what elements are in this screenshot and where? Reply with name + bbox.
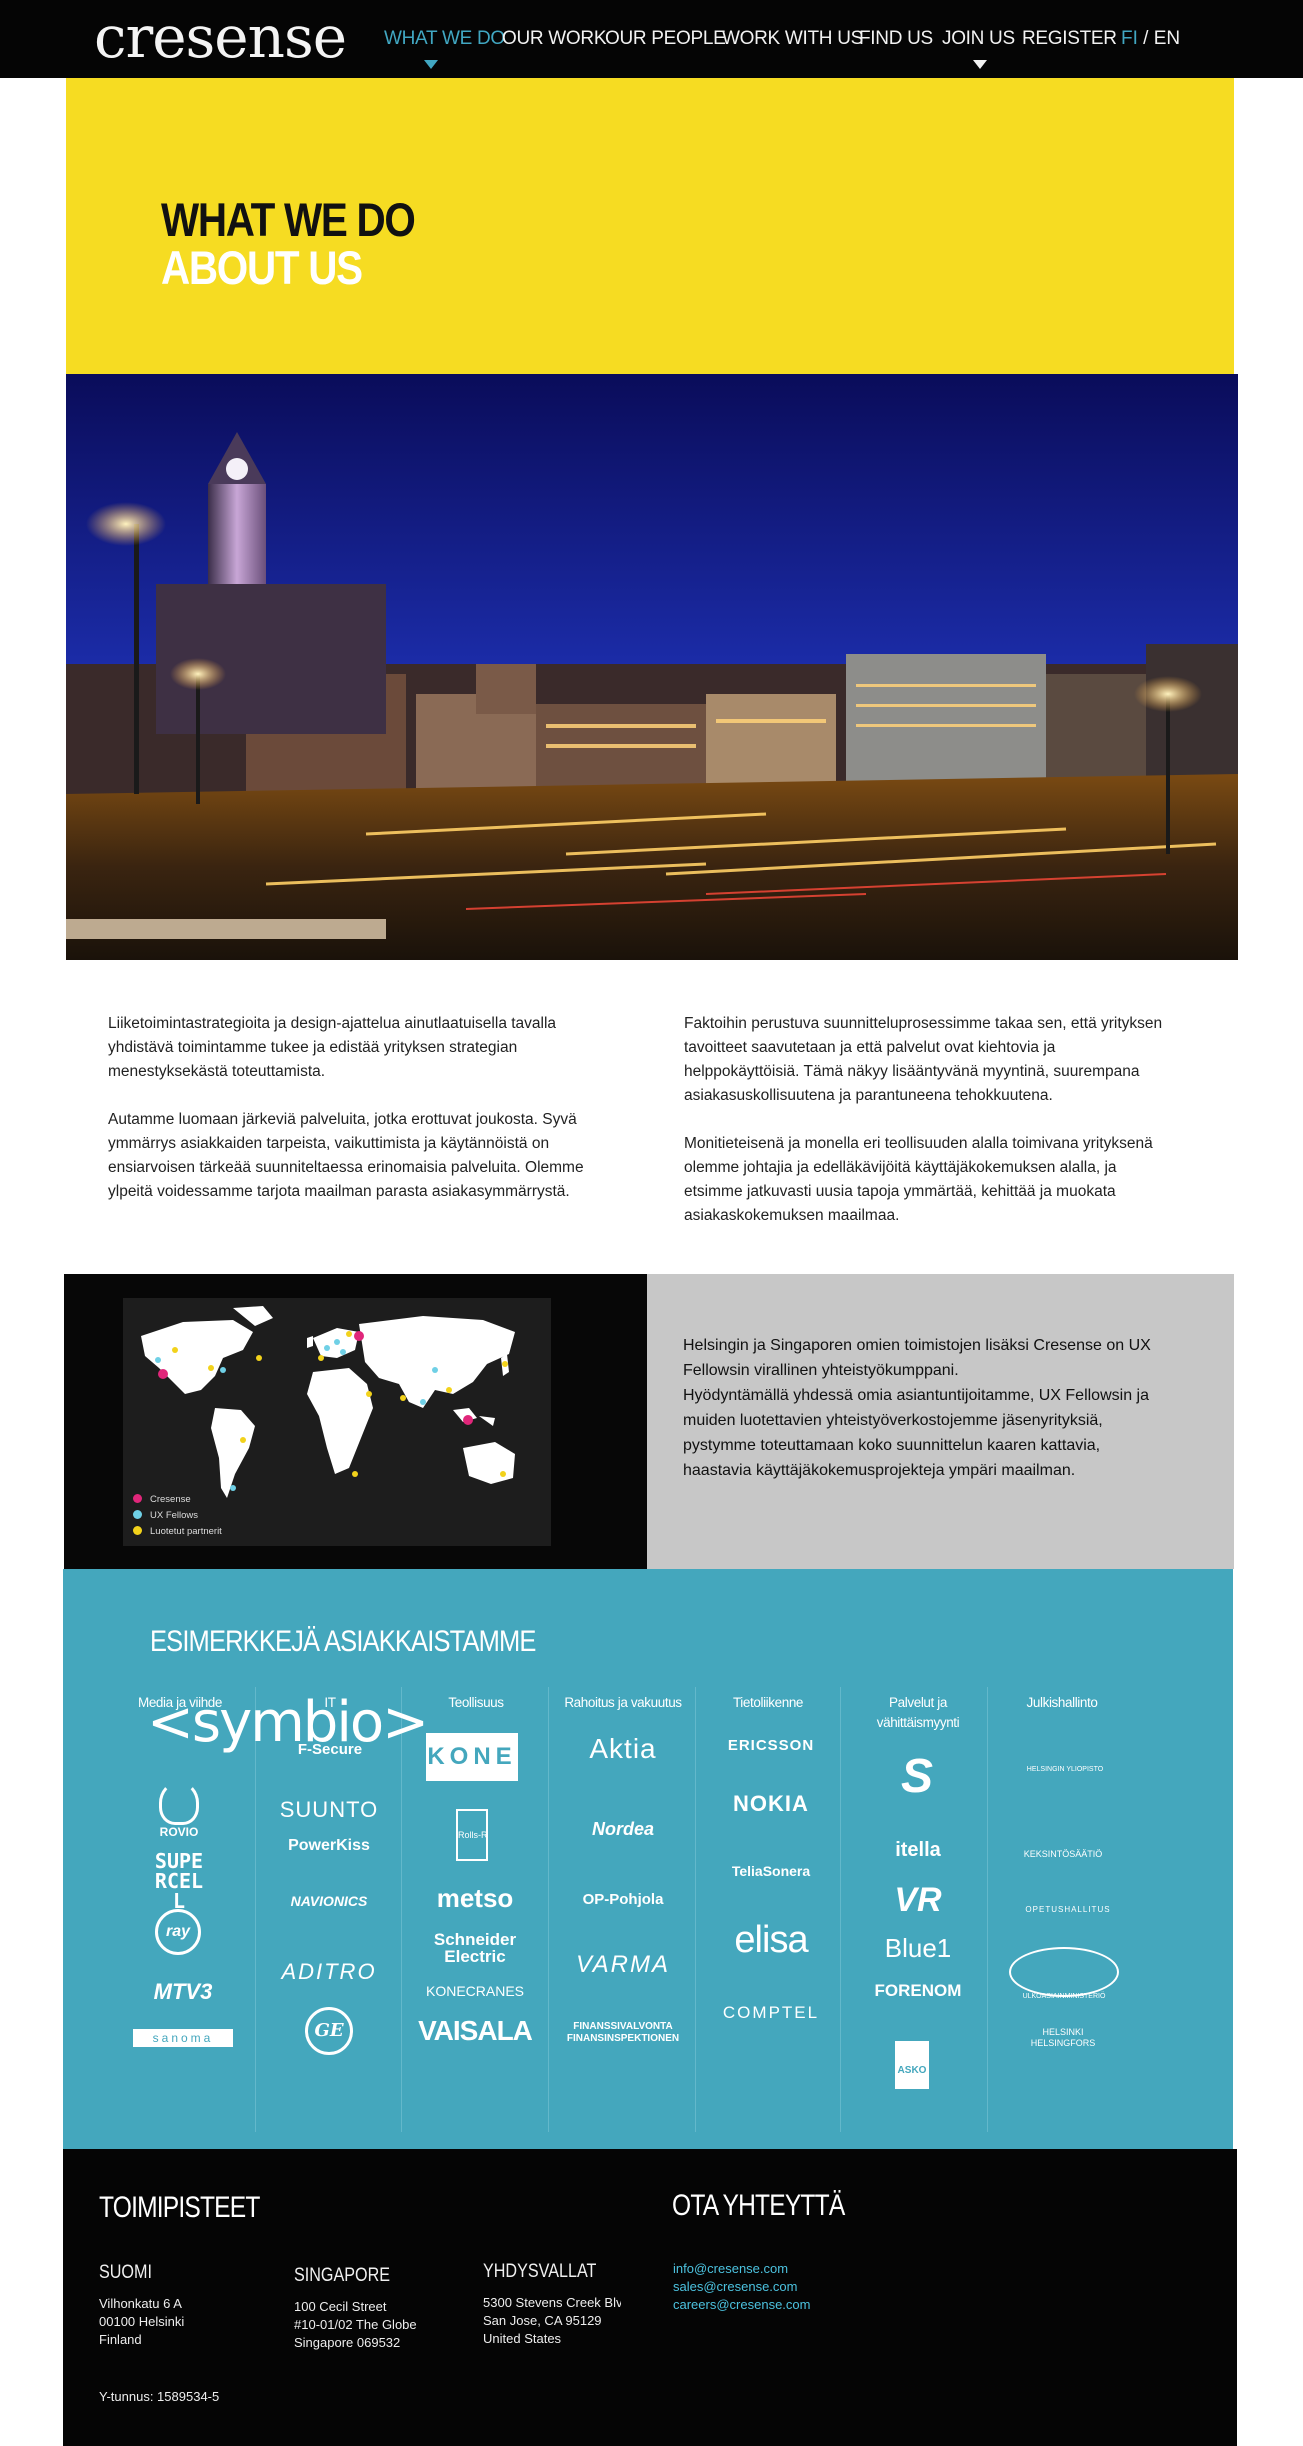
column-divider <box>840 1687 841 2132</box>
client-logo-vr: VR <box>894 1881 942 1919</box>
category-telecom: Tietoliikenne <box>732 1695 804 1710</box>
main-nav: WHAT WE DO OUR WORK OUR PEOPLE WORK WITH… <box>0 0 1303 78</box>
category-industry: Teollisuus <box>448 1695 504 1710</box>
client-logo-aditro: ADITRO <box>281 1959 377 1984</box>
nav-register[interactable]: REGISTER <box>1022 28 1117 50</box>
category-public: Julkishallinto <box>1026 1695 1098 1710</box>
category-finance: Rahoitus ja vakuutus <box>564 1695 682 1710</box>
client-logo-comptel: COMPTEL <box>722 2003 820 2022</box>
column-divider <box>987 1687 988 2132</box>
nav-our-people[interactable]: OUR PEOPLE <box>605 28 726 50</box>
legend-item-partners: Luotetut partnerit <box>133 1524 222 1540</box>
contact-emails: info@cresense.com sales@cresense.com car… <box>673 2260 810 2314</box>
nav-work-with-us[interactable]: WORK WITH US <box>722 28 863 50</box>
intro-right-column: Faktoihin perustuva suunnitteluprosessim… <box>684 1012 1164 1252</box>
intro-left-column: Liiketoimintastrategioita ja design-ajat… <box>108 1012 588 1228</box>
client-logo-forenom: FORENOM <box>874 1981 962 2000</box>
lang-separator: / <box>1143 28 1149 49</box>
client-logo-navionics: NAVIONICS <box>290 1893 368 1909</box>
hero-banner: WHAT WE DO ABOUT US <box>66 78 1234 374</box>
partner-paragraph: Helsingin ja Singaporen omien toimistoje… <box>683 1337 1151 1379</box>
clients-section: ESIMERKKEJÄ ASIAKKAISTAMME Media ja viih… <box>63 1569 1233 2149</box>
client-logo-f-secure: F-Secure <box>297 1741 363 1758</box>
office-country-singapore: SINGAPORE <box>294 2265 391 2286</box>
client-logo-helsinki: HELSINKI HELSINGFORS <box>1030 2027 1096 2048</box>
client-logo-konecranes: KONECRANES <box>425 1983 525 1999</box>
office-address-usa: 5300 Stevens Creek Blv San Jose, CA 9512… <box>483 2295 621 2346</box>
email-careers-link[interactable]: careers@cresense.com <box>673 2296 810 2314</box>
offices-heading: TOIMIPISTEET <box>99 2191 260 2224</box>
client-logo-rolls-royce: Rolls-Royce <box>456 1809 488 1861</box>
office-address-finland: Vilhonkatu 6 A 00100 Helsinki Finland <box>99 2296 185 2347</box>
column-divider <box>695 1687 696 2132</box>
office-country-finland: SUOMI <box>99 2262 152 2283</box>
client-logo-nordea: Nordea <box>591 1819 654 1839</box>
client-logo-metso: metso <box>436 1883 514 1913</box>
intro-paragraph: Monitieteisenä ja monella eri teollisuud… <box>684 1135 1153 1224</box>
nav-our-work[interactable]: OUR WORK <box>502 28 607 50</box>
client-logo-itella: itella <box>895 1839 941 1861</box>
client-logo-ericsson: ERICSSON <box>727 1737 815 1754</box>
client-logo-ge: GE <box>305 2007 353 2055</box>
client-logo-s-group: S <box>900 1750 933 1803</box>
client-logo-suunto: SUUNTO <box>279 1797 379 1822</box>
category-services: Palvelut ja vähittäismyynti <box>876 1695 960 1730</box>
office-address-singapore: 100 Cecil Street #10-01/02 The Globe Sin… <box>294 2299 417 2350</box>
client-logo-helsingin-yliopisto: HELSINGIN YLIOPISTO <box>1026 1766 1104 1773</box>
client-logo-mtv3: MTV3 <box>153 1979 213 2004</box>
business-id: Y-tunnus: 1589534-5 <box>99 2389 220 2404</box>
email-sales-link[interactable]: sales@cresense.com <box>673 2278 810 2296</box>
top-navigation-bar: cresense WHAT WE DO OUR WORK OUR PEOPLE … <box>0 0 1303 78</box>
client-logo-asko: ASKO <box>895 2041 929 2089</box>
chevron-down-icon <box>973 60 987 69</box>
intro-paragraph: Autamme luomaan järkeviä palveluita, jot… <box>108 1111 584 1200</box>
client-logo-elisa: elisa <box>734 1919 808 1961</box>
client-logo-nokia: NOKIA <box>733 1791 809 1816</box>
rovio-mark-icon <box>159 1781 199 1825</box>
footer: TOIMIPISTEET OTA YHTEYTTÄ SUOMI Vilhonka… <box>63 2149 1237 2446</box>
client-logo-vaisala: VAISALA <box>418 2015 533 2046</box>
client-logo-keksintosaatio: KEKSINTÖSÄÄTIÖ <box>1023 1849 1103 1859</box>
office-country-usa: YHDYSVALLAT <box>483 2261 597 2282</box>
chevron-down-icon <box>424 60 438 69</box>
column-divider <box>548 1687 549 2132</box>
client-logo-blue1: Blue1 <box>884 1933 952 1963</box>
client-logo-opetushallitus: OPETUSHALLITUS <box>1025 1905 1111 1914</box>
client-logo-schneider: Schneider Electric <box>433 1930 517 1966</box>
client-logo-powerkiss: PowerKiss <box>288 1837 370 1854</box>
client-logo-finanssivalvonta: FINANSSIVALVONTA FINANSINSPEKTIONEN <box>566 2021 680 2044</box>
language-switcher: FI / EN <box>1121 28 1180 50</box>
page-subtitle: ABOUT US <box>161 241 363 294</box>
client-logo-op-pohjola: OP-Pohjola <box>582 1891 664 1908</box>
nav-join-us[interactable]: JOIN US <box>942 28 1015 50</box>
legend-item-cresense: Cresense <box>133 1492 222 1508</box>
nav-what-we-do[interactable]: WHAT WE DO <box>384 28 505 50</box>
partner-paragraph: Hyödyntämällä yhdessä omia asiantuntijoi… <box>683 1387 1149 1479</box>
nav-find-us[interactable]: FIND US <box>859 28 933 50</box>
clients-heading: ESIMERKKEJÄ ASIAKKAISTAMME <box>150 1625 536 1658</box>
client-logo-supercell: SUPERCELL <box>154 1849 204 1913</box>
lang-fi-link[interactable]: FI <box>1121 28 1138 49</box>
intro-paragraph: Faktoihin perustuva suunnitteluprosessim… <box>684 1015 1163 1104</box>
intro-paragraph: Liiketoimintastrategioita ja design-ajat… <box>108 1015 557 1080</box>
lang-en-link[interactable]: EN <box>1154 28 1180 49</box>
world-map: Cresense UX Fellows Luotetut partnerit <box>123 1298 551 1546</box>
client-logo-varma: VARMA <box>575 1951 671 1978</box>
client-logo-kone: KONE <box>426 1733 518 1781</box>
page-title: WHAT WE DO <box>161 193 416 246</box>
email-info-link[interactable]: info@cresense.com <box>673 2260 810 2278</box>
contact-heading: OTA YHTEYTTÄ <box>672 2189 845 2222</box>
client-logo-ulkoasiainministerio: ULKOASIAINMINISTERIÖ <box>1009 1947 1119 2000</box>
partner-description: Helsingin ja Singaporen omien toimistoje… <box>683 1333 1163 1483</box>
client-logo-ray: ray <box>155 1909 201 1955</box>
client-logo-teliasonera: TeliaSonera <box>731 1863 811 1879</box>
client-logo-sanoma: sanoma <box>133 2029 233 2047</box>
map-legend: Cresense UX Fellows Luotetut partnerit <box>133 1492 222 1540</box>
client-logo-rovio: ROVIO <box>159 1825 199 1839</box>
helsinki-night-photo <box>66 374 1238 960</box>
legend-item-ux-fellows: UX Fellows <box>133 1508 222 1524</box>
client-logo-aktia: Aktia <box>589 1733 657 1764</box>
